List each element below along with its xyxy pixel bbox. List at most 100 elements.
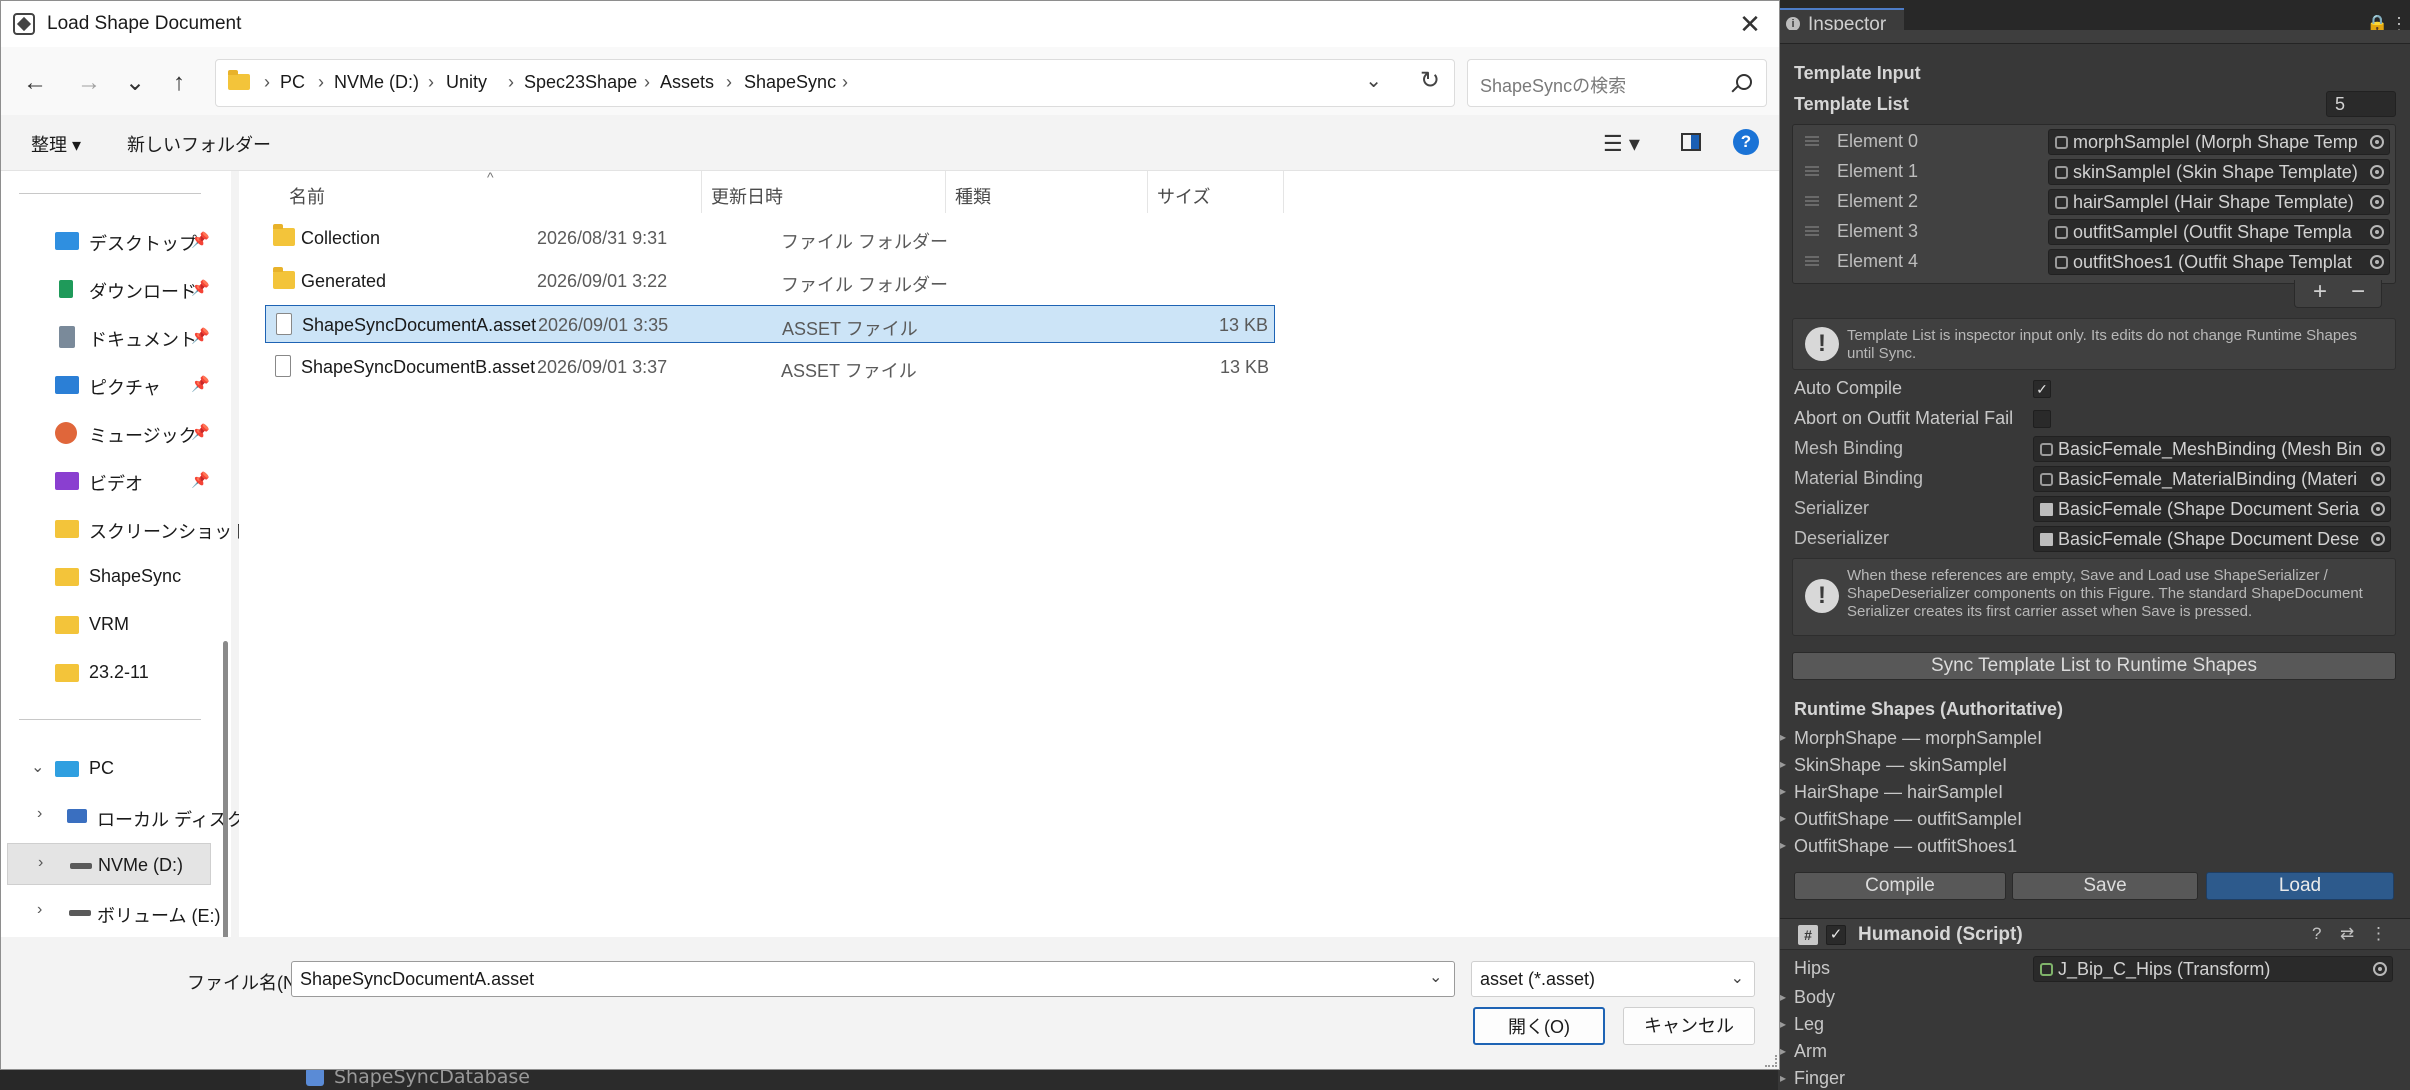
add-element-button[interactable]: + — [2313, 278, 2327, 306]
breadcrumb-unity[interactable]: Unity — [446, 72, 487, 93]
chevron-down-icon[interactable]: ⌄ — [31, 757, 44, 777]
column-header-type[interactable]: 種類 — [955, 183, 991, 209]
sidebar-item-local-disk[interactable]: › ローカル ディスク — [7, 795, 245, 837]
object-picker-icon[interactable] — [2370, 225, 2384, 239]
search-icon[interactable] — [1736, 74, 1752, 90]
pin-icon[interactable]: 📌 — [191, 471, 210, 489]
column-divider[interactable] — [1283, 171, 1284, 213]
help-icon[interactable]: ? — [2312, 924, 2321, 944]
runtime-shape-item[interactable]: ▸ HairShape — hairSampleI — [1780, 782, 2003, 803]
foldout-finger[interactable]: ▸ Finger — [1780, 1068, 1845, 1089]
element-object-field[interactable]: skinSampleI (Skin Shape Template) — [2048, 159, 2390, 185]
humanoid-component-header[interactable]: # ✓ Humanoid (Script) ? ⇄ ⋮ — [1778, 918, 2410, 950]
load-button[interactable]: Load — [2206, 872, 2394, 900]
forward-arrow-icon[interactable]: → — [71, 65, 107, 101]
file-row[interactable]: ShapeSyncDocumentA.asset 2026/09/01 3:35… — [265, 305, 1275, 343]
list-item[interactable]: Element 3 outfitSampleI (Outfit Shape Te… — [1793, 217, 2397, 247]
material-binding-field[interactable]: BasicFemale_MaterialBinding (Materi — [2033, 466, 2391, 492]
new-folder-button[interactable]: 新しいフォルダー — [127, 131, 271, 157]
help-icon[interactable]: ? — [1733, 129, 1759, 155]
sidebar-item-shapesync[interactable]: ShapeSync — [7, 555, 211, 597]
back-arrow-icon[interactable]: ← — [17, 65, 53, 101]
list-item[interactable]: Element 1 skinSampleI (Skin Shape Templa… — [1793, 157, 2397, 187]
sync-template-button[interactable]: Sync Template List to Runtime Shapes — [1792, 652, 2396, 680]
sidebar-item-screenshots[interactable]: スクリーンショット — [7, 507, 250, 549]
breadcrumb-separator[interactable]: › — [726, 72, 732, 93]
foldout-arm[interactable]: ▸ Arm — [1780, 1041, 1827, 1062]
template-list-count-field[interactable]: 5 — [2326, 91, 2396, 117]
file-row[interactable]: ShapeSyncDocumentB.asset 2026/09/01 3:37… — [265, 348, 1275, 386]
object-picker-icon[interactable] — [2371, 532, 2385, 546]
breadcrumb-separator[interactable]: › — [428, 72, 434, 93]
address-dropdown-chevron-icon[interactable]: ⌄ — [1365, 68, 1382, 93]
breadcrumb-separator[interactable]: › — [318, 72, 324, 93]
sidebar-item-pictures[interactable]: ピクチャ 📌 — [7, 363, 211, 405]
column-header-name[interactable]: 名前 — [289, 183, 325, 209]
hips-field[interactable]: J_Bip_C_Hips (Transform) — [2033, 956, 2393, 982]
object-picker-icon[interactable] — [2371, 442, 2385, 456]
object-picker-icon[interactable] — [2370, 165, 2384, 179]
runtime-shape-item[interactable]: ▸ MorphShape — morphSampleI — [1780, 728, 2042, 749]
object-picker-icon[interactable] — [2370, 135, 2384, 149]
chevron-right-icon[interactable]: › — [38, 854, 43, 872]
list-item[interactable]: Element 4 outfitShoes1 (Outfit Shape Tem… — [1793, 247, 2397, 277]
chevron-right-icon[interactable]: › — [37, 805, 42, 823]
object-picker-icon[interactable] — [2371, 472, 2385, 486]
breadcrumb-nvme[interactable]: NVMe (D:) — [334, 72, 419, 93]
chevron-right-icon[interactable]: › — [37, 901, 42, 919]
sidebar-item-videos[interactable]: ビデオ 📌 — [7, 459, 211, 501]
sidebar-item-23-2-11[interactable]: 23.2-11 — [7, 651, 211, 693]
sidebar-item-desktop[interactable]: デスクトップ 📌 — [7, 219, 211, 261]
pin-icon[interactable]: 📌 — [191, 375, 210, 393]
object-picker-icon[interactable] — [2373, 962, 2387, 976]
search-input[interactable]: ShapeSyncの検索 — [1467, 59, 1767, 107]
column-header-date[interactable]: 更新日時 — [711, 183, 783, 209]
column-divider[interactable] — [1147, 171, 1148, 213]
object-picker-icon[interactable] — [2370, 255, 2384, 269]
runtime-shape-item[interactable]: ▸ OutfitShape — outfitShoes1 — [1780, 836, 2017, 857]
component-enabled-checkbox[interactable]: ✓ — [1826, 925, 1846, 945]
file-row[interactable]: Generated 2026/09/01 3:22 ファイル フォルダー — [265, 262, 1275, 300]
save-button[interactable]: Save — [2012, 872, 2198, 900]
object-picker-icon[interactable] — [2371, 502, 2385, 516]
organize-button[interactable]: 整理 ▾ — [31, 131, 81, 157]
chevron-down-icon[interactable]: ⌄ — [1731, 968, 1744, 988]
breadcrumb-assets[interactable]: Assets — [660, 72, 714, 93]
sidebar-item-vrm[interactable]: VRM — [7, 603, 211, 645]
element-object-field[interactable]: morphSampleI (Morph Shape Temp — [2048, 129, 2390, 155]
drag-handle-icon[interactable] — [1805, 196, 1819, 206]
compile-button[interactable]: Compile — [1794, 872, 2006, 900]
up-arrow-icon[interactable]: ↑ — [161, 65, 197, 101]
breadcrumb-separator[interactable]: › — [644, 72, 650, 93]
close-icon[interactable]: ✕ — [1733, 7, 1767, 41]
runtime-shape-item[interactable]: ▸ OutfitShape — outfitSampleI — [1780, 809, 2022, 830]
deserializer-field[interactable]: BasicFemale (Shape Document Dese — [2033, 526, 2391, 552]
drag-handle-icon[interactable] — [1805, 226, 1819, 236]
breadcrumb-separator[interactable]: › — [842, 72, 848, 93]
view-options-icon[interactable]: ☰ ▾ — [1603, 131, 1640, 157]
runtime-shape-item[interactable]: ▸ SkinShape — skinSampleI — [1780, 755, 2007, 776]
auto-compile-checkbox[interactable]: ✓ — [2033, 380, 2051, 398]
column-header-size[interactable]: サイズ — [1157, 183, 1210, 209]
sidebar-item-downloads[interactable]: ダウンロード 📌 — [7, 267, 211, 309]
sidebar-item-music[interactable]: ミュージック 📌 — [7, 411, 211, 453]
breadcrumb-shapesync[interactable]: ShapeSync — [744, 72, 836, 93]
refresh-icon[interactable]: ↻ — [1420, 66, 1440, 95]
drag-handle-icon[interactable] — [1805, 136, 1819, 146]
foldout-body[interactable]: ▸ Body — [1780, 987, 1835, 1008]
file-row[interactable]: Collection 2026/08/31 9:31 ファイル フォルダー — [265, 219, 1275, 257]
list-item[interactable]: Element 0 morphSampleI (Morph Shape Temp — [1793, 127, 2397, 157]
filename-input[interactable] — [291, 961, 1455, 997]
recent-locations-chevron-icon[interactable]: ⌄ — [117, 65, 153, 101]
kebab-menu-icon[interactable]: ⋮ — [2370, 924, 2387, 944]
abort-outfit-checkbox[interactable] — [2033, 410, 2051, 428]
column-divider[interactable] — [945, 171, 946, 213]
sidebar-item-pc[interactable]: ⌄ PC — [7, 747, 211, 789]
open-button[interactable]: 開く(O) — [1473, 1007, 1605, 1045]
sidebar-item-documents[interactable]: ドキュメント 📌 — [7, 315, 211, 357]
address-bar[interactable]: › PC › NVMe (D:) › Unity › Spec23Shape ›… — [215, 59, 1455, 107]
sidebar-item-nvme-d[interactable]: › NVMe (D:) — [7, 843, 211, 885]
pin-icon[interactable]: 📌 — [191, 423, 210, 441]
breadcrumb-separator[interactable]: › — [264, 72, 270, 93]
breadcrumb-separator[interactable]: › — [508, 72, 514, 93]
